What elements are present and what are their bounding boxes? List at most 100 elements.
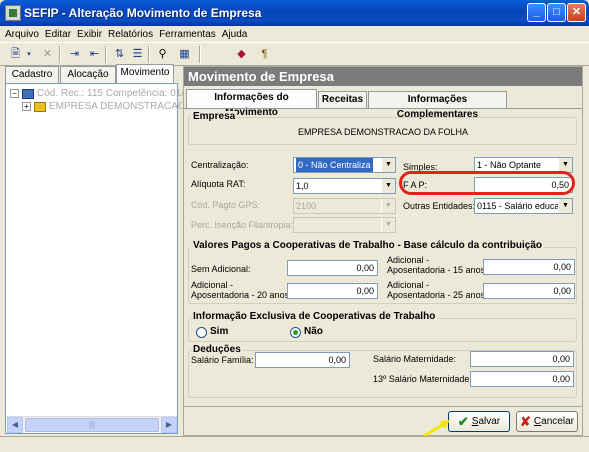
sem-adicional-label: Sem Adicional:: [191, 264, 251, 274]
cod-pagto-gps-value: 2100: [296, 201, 317, 211]
empresa-legend: Empresa: [191, 111, 238, 122]
binoculars-icon[interactable]: ⚲: [153, 46, 172, 63]
menu-ferramentas[interactable]: Ferramentas: [159, 29, 216, 40]
delete-icon[interactable]: ✕: [38, 46, 57, 63]
aliquota-rat-label: Alíquota RAT:: [191, 179, 246, 189]
apos15-label-1: Adicional -: [387, 255, 430, 265]
expand-icon[interactable]: +: [22, 102, 31, 111]
tab-content: Empresa EMPRESA DEMONSTRACAO DA FOLHA Ce…: [184, 108, 582, 405]
radio-sim[interactable]: [196, 327, 207, 338]
tab-movimento[interactable]: Movimento: [116, 64, 174, 84]
scroll-thumb[interactable]: |||: [25, 418, 159, 432]
menu-bar: Arquivo Editar Exibir Relatórios Ferrame…: [0, 26, 589, 42]
move-in-icon[interactable]: ⇥: [65, 46, 84, 63]
radio-sim-label: Sim: [210, 326, 229, 337]
outras-entidades-select[interactable]: 0115 - Salário educaç ▼: [474, 198, 573, 214]
dropdown-arrow-icon[interactable]: ▾: [24, 46, 34, 63]
toolbar-separator: [199, 46, 201, 63]
cooperativas-legend: Valores Pagos a Cooperativas de Trabalho…: [191, 240, 545, 251]
apos25-input[interactable]: 0,00: [483, 283, 575, 299]
checkmark-icon: ✔: [457, 413, 469, 429]
menu-arquivo[interactable]: Arquivo: [5, 29, 39, 40]
tab-informacoes-complementares[interactable]: Informações Complementares: [368, 91, 507, 120]
salario-familia-label: Salário Família:: [191, 355, 254, 365]
chevron-down-icon[interactable]: ▼: [558, 158, 572, 172]
menu-relatorios[interactable]: Relatórios: [108, 29, 153, 40]
apos15-input[interactable]: 0,00: [483, 259, 575, 275]
aliquota-rat-select[interactable]: 1,0 ▼: [293, 178, 396, 194]
cancelar-button[interactable]: ✘ Cancelar: [516, 411, 578, 432]
salario-familia-input[interactable]: 0,00: [255, 352, 350, 368]
help-icon[interactable]: ¶: [255, 46, 274, 63]
tab-alocacao[interactable]: Alocação: [60, 66, 116, 83]
perc-isencao-label: Perc. Isenção Filantropia:: [191, 220, 294, 230]
app-icon: [5, 5, 21, 21]
cancel-x-icon: ✘: [520, 413, 531, 429]
menu-ajuda[interactable]: Ajuda: [222, 29, 248, 40]
chevron-down-icon[interactable]: ▼: [381, 158, 395, 172]
left-panel: Cadastro Alocação Movimento − Cód. Rec.:…: [3, 64, 195, 434]
apos15-label-2: Aposentadoria - 15 anos:: [387, 265, 488, 275]
decimo-terceiro-input[interactable]: 0,00: [470, 371, 574, 387]
outras-entidades-label: Outras Entidades:: [403, 201, 476, 211]
company-name: EMPRESA DEMONSTRACAO DA FOLHA: [297, 127, 469, 137]
tab-informacoes-movimento[interactable]: Informações do Movimento: [186, 89, 317, 118]
tree-child[interactable]: + EMPRESA DEMONSTRACAO: [22, 100, 186, 113]
apos25-label-1: Adicional -: [387, 280, 430, 290]
collapse-icon[interactable]: −: [10, 89, 19, 98]
folder-icon: [22, 88, 34, 99]
tab-cadastro[interactable]: Cadastro: [5, 66, 59, 83]
tab-receitas[interactable]: Receitas: [318, 91, 367, 108]
title-bar: SEFIP - Alteração Movimento de Empresa _…: [0, 0, 589, 26]
tree-root[interactable]: − Cód. Rec.: 115 Competência: 01/20: [10, 87, 195, 100]
list-icon[interactable]: ☰: [128, 46, 147, 63]
apos20-label-1: Adicional -: [191, 280, 234, 290]
aliquota-rat-value: 1,0: [296, 181, 309, 191]
main-panel: Movimento de Empresa Informações do Movi…: [183, 66, 583, 436]
arrow-annotation-icon: [423, 420, 450, 438]
salvar-label: Salvar: [471, 416, 501, 427]
scroll-right-icon[interactable]: ▶: [161, 417, 177, 433]
report-icon[interactable]: ◆: [232, 46, 251, 63]
chevron-down-icon[interactable]: ▼: [381, 179, 395, 193]
salvar-button[interactable]: ✔ Salvar: [448, 411, 510, 432]
maximize-button[interactable]: □: [547, 3, 566, 22]
sort-icon[interactable]: ⇅: [110, 46, 129, 63]
minimize-button[interactable]: _: [527, 3, 546, 22]
fap-highlight-annotation: [399, 171, 575, 195]
perc-isencao-select[interactable]: ▼: [293, 217, 396, 233]
cod-pagto-gps-label: Cód. Pagto GPS:: [191, 200, 261, 210]
scroll-left-icon[interactable]: ◀: [7, 417, 23, 433]
simples-value: 1 - Não Optante: [477, 160, 542, 170]
radio-nao[interactable]: [290, 327, 301, 338]
panel-header: Movimento de Empresa: [184, 67, 582, 86]
cod-pagto-gps-select[interactable]: 2100 ▼: [293, 198, 396, 214]
cancelar-label: Cancelar: [533, 416, 574, 427]
horizontal-scrollbar[interactable]: ◀ ||| ▶: [7, 416, 177, 433]
chevron-down-icon[interactable]: ▼: [381, 199, 395, 213]
deducoes-legend: Deduções: [191, 344, 243, 355]
apos20-label-2: Aposentadoria - 20 anos:: [191, 290, 292, 300]
menu-editar[interactable]: Editar: [45, 29, 71, 40]
tree-root-label: Cód. Rec.: 115 Competência: 01/20: [37, 88, 196, 99]
move-out-icon[interactable]: ⇤: [85, 46, 104, 63]
new-document-icon[interactable]: 🗎: [6, 46, 25, 63]
menu-exibir[interactable]: Exibir: [77, 29, 102, 40]
chevron-down-icon[interactable]: ▼: [381, 218, 395, 232]
close-button[interactable]: ✕: [567, 3, 586, 22]
sem-adicional-input[interactable]: 0,00: [287, 260, 378, 276]
centralizacao-label: Centralização:: [191, 160, 249, 170]
toolbar-separator: [59, 46, 61, 63]
tree-view[interactable]: − Cód. Rec.: 115 Competência: 01/20 + EM…: [5, 83, 195, 434]
status-bar: [0, 436, 589, 452]
toolbar-separator: [148, 46, 150, 63]
centralizacao-select[interactable]: 0 - Não Centraliza ▼: [293, 157, 396, 173]
company-icon: [34, 101, 46, 112]
calculator-icon[interactable]: ▦: [175, 46, 194, 63]
salario-maternidade-input[interactable]: 0,00: [470, 351, 574, 367]
chevron-down-icon[interactable]: ▼: [558, 199, 572, 213]
apos20-input[interactable]: 0,00: [287, 283, 378, 299]
toolbar: 🗎 ▾ ✕ ⇥ ⇤ ⇅ ☰ ⚲ ▦ ◆ ¶: [0, 42, 589, 66]
footer-separator: [184, 406, 582, 407]
radio-nao-label: Não: [304, 326, 323, 337]
